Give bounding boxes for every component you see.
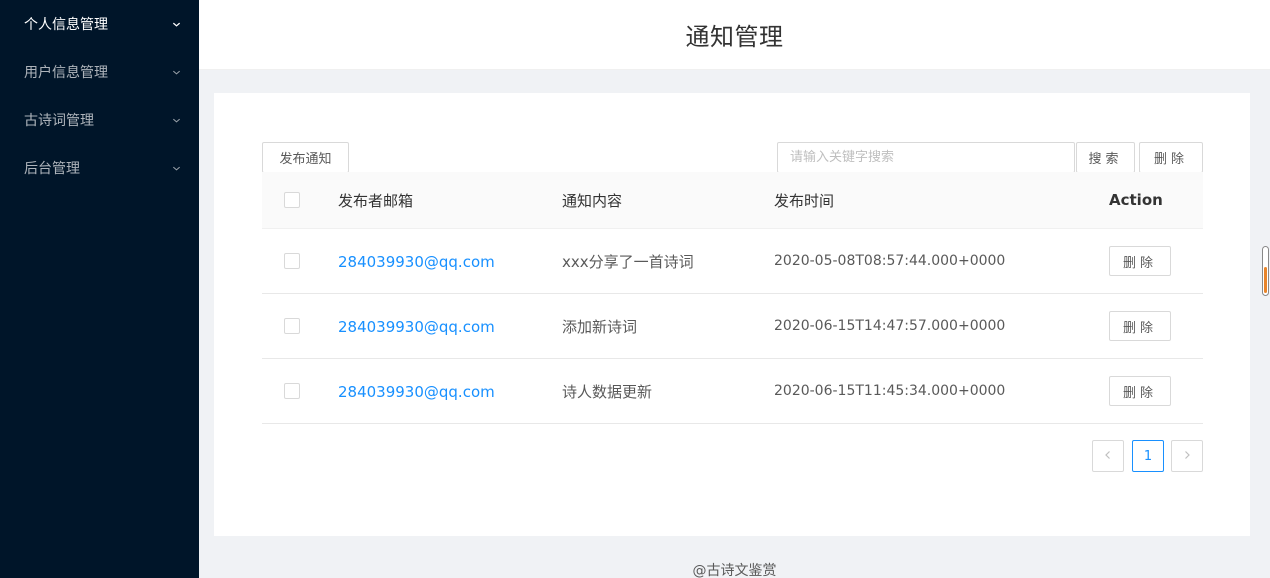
publish-time: 2020-06-15T11:45:34.000+0000 (774, 383, 1006, 399)
publisher-email-link[interactable]: 284039930@qq.com (338, 318, 495, 336)
sidebar-item-label: 后台管理 (24, 161, 80, 177)
row-delete-button[interactable]: 删除 (1109, 376, 1171, 406)
chevron-down-icon (171, 115, 181, 125)
publish-time: 2020-06-15T14:47:57.000+0000 (774, 318, 1006, 334)
page-footer: @古诗文鉴赏 (692, 563, 777, 578)
row-delete-button[interactable]: 删除 (1109, 311, 1171, 341)
column-header-action: Action (1109, 191, 1163, 209)
table-header: 发布者邮箱 通知内容 发布时间 Action (262, 172, 1203, 229)
sidebar-item-label: 用户信息管理 (24, 65, 108, 81)
chevron-down-icon (171, 19, 181, 29)
scrollbar-thumb[interactable] (1264, 267, 1267, 293)
publish-notice-button[interactable]: 发布通知 (262, 142, 349, 173)
notice-table: 发布者邮箱 通知内容 发布时间 Action 284039930@qq.com … (262, 172, 1203, 424)
sidebar-item-label: 古诗词管理 (24, 113, 94, 129)
sidebar-item-personal-info[interactable]: 个人信息管理 (0, 0, 199, 48)
column-header-time: 发布时间 (774, 191, 835, 210)
row-checkbox[interactable] (284, 318, 300, 334)
page-header: 通知管理 (199, 0, 1270, 70)
sidebar-item-admin[interactable]: 后台管理 (0, 144, 199, 192)
select-all-checkbox[interactable] (284, 192, 300, 208)
row-checkbox[interactable] (284, 253, 300, 269)
row-delete-button[interactable]: 删除 (1109, 246, 1171, 276)
sidebar-item-label: 个人信息管理 (24, 17, 108, 33)
column-header-email: 发布者邮箱 (338, 191, 414, 210)
publisher-email-link[interactable]: 284039930@qq.com (338, 253, 495, 271)
chevron-down-icon (171, 67, 181, 77)
sidebar: 个人信息管理 用户信息管理 古诗词管理 后台管理 (0, 0, 199, 578)
pagination-prev-button[interactable] (1092, 440, 1124, 472)
search-input[interactable] (777, 142, 1075, 173)
search-button[interactable]: 搜索 (1076, 142, 1135, 173)
table-row: 284039930@qq.com 诗人数据更新 2020-06-15T11:45… (262, 359, 1203, 424)
chevron-down-icon (171, 163, 181, 173)
table-row: 284039930@qq.com xxx分享了一首诗词 2020-05-08T0… (262, 229, 1203, 294)
page-title: 通知管理 (685, 23, 784, 51)
notice-content: 添加新诗词 (562, 317, 638, 336)
publisher-email-link[interactable]: 284039930@qq.com (338, 383, 495, 401)
pagination-page-1[interactable]: 1 (1132, 440, 1164, 472)
column-header-content: 通知内容 (562, 191, 623, 210)
notice-content: xxx分享了一首诗词 (562, 252, 694, 271)
table-row: 284039930@qq.com 添加新诗词 2020-06-15T14:47:… (262, 294, 1203, 359)
content-panel: 发布通知 搜索 删除 发布者邮箱 通知内容 发布时间 Action 284039… (214, 93, 1250, 536)
notice-content: 诗人数据更新 (562, 382, 653, 401)
scrollbar-track (1263, 247, 1268, 295)
sidebar-item-user-info[interactable]: 用户信息管理 (0, 48, 199, 96)
bulk-delete-button[interactable]: 删除 (1139, 142, 1203, 173)
row-checkbox[interactable] (284, 383, 300, 399)
chevron-left-icon (1103, 449, 1113, 464)
pagination-next-button[interactable] (1171, 440, 1203, 472)
chevron-right-icon (1182, 449, 1192, 464)
publish-time: 2020-05-08T08:57:44.000+0000 (774, 253, 1006, 269)
sidebar-item-poetry[interactable]: 古诗词管理 (0, 96, 199, 144)
